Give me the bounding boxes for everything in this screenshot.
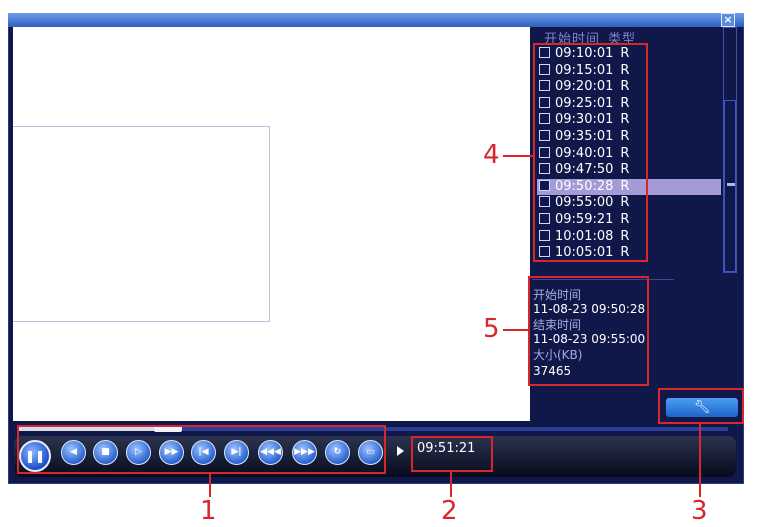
callout-2-number: 2: [441, 496, 458, 526]
title-bar: [8, 13, 744, 27]
callout-1-box: [17, 425, 386, 474]
callout-4-line: [503, 155, 533, 157]
callout-3-number: 3: [691, 496, 708, 526]
video-frame-outline: [13, 126, 270, 322]
callout-5-line: [503, 329, 528, 331]
play-indicator-icon: [397, 446, 404, 456]
scrollbar-grip: [727, 183, 735, 186]
callout-2-line: [450, 472, 452, 497]
callout-3-line: [699, 424, 701, 497]
callout-1-line: [209, 474, 211, 497]
close-icon[interactable]: ×: [721, 13, 735, 27]
scrollbar-thumb[interactable]: [724, 100, 736, 272]
callout-2-box: [411, 436, 493, 472]
callout-5-box: [528, 276, 649, 386]
callout-5-number: 5: [483, 314, 500, 344]
callout-3-box: [658, 388, 744, 424]
callout-4-number: 4: [483, 140, 500, 170]
callout-4-box: [533, 43, 648, 262]
callout-1-number: 1: [200, 496, 217, 526]
